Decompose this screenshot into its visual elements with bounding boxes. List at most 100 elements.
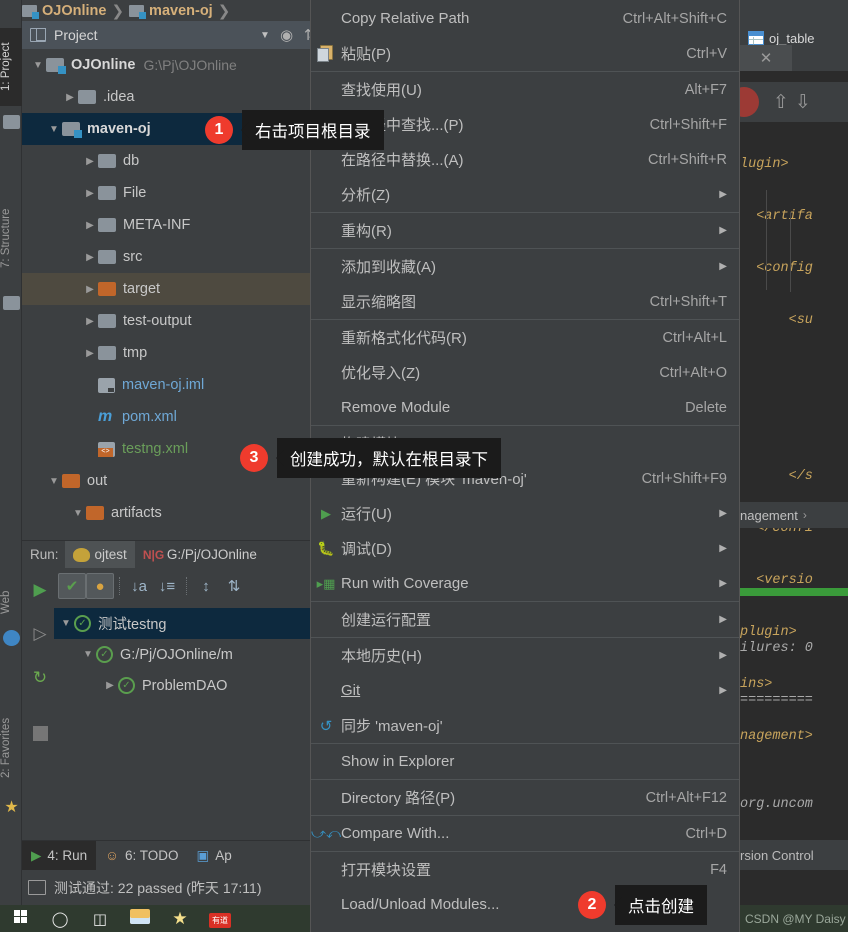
sort-alpha-icon[interactable]: ↓a — [125, 573, 153, 599]
menu-item-add-to-favorites[interactable]: 添加到收藏(A) ▶ — [311, 249, 739, 284]
menu-item-label: 重构(R) — [341, 223, 392, 240]
stop-icon[interactable] — [32, 725, 48, 741]
chevron-down-icon[interactable]: ▼ — [260, 30, 270, 41]
test-row[interactable]: ▶ ✓ ProblemDAO — [58, 670, 318, 701]
tool-window-todo[interactable]: ☺ 6: TODO — [96, 841, 187, 871]
rerun-failed-icon[interactable]: ▷ — [22, 612, 58, 656]
chevron-right-icon[interactable]: ▶ — [82, 284, 98, 295]
tool-window-app-servers[interactable]: ▣ Ap — [188, 841, 241, 871]
menu-item-directory-path[interactable]: Directory 路径(P) Ctrl+Alt+F12 — [311, 780, 739, 815]
tool-window-label: 6: TODO — [124, 848, 179, 863]
sort-duration-icon[interactable]: ↓≡ — [153, 573, 181, 599]
arrow-up-icon[interactable]: ⇧ — [770, 91, 792, 114]
chevron-down-icon[interactable]: ▼ — [46, 124, 62, 135]
menu-item-run-with-coverage[interactable]: ▸▦ Run with Coverage ▶ — [311, 566, 739, 601]
menu-item-optimize-imports[interactable]: 优化导入(Z) Ctrl+Alt+O — [311, 355, 739, 390]
menu-item-paste[interactable]: 粘贴(P) Ctrl+V — [311, 36, 739, 71]
chevron-right-icon[interactable]: ▶ — [82, 188, 98, 199]
console-line: org.uncom — [740, 797, 813, 812]
editor-breadcrumb[interactable]: nagement › — [740, 502, 848, 528]
menu-item-show-thumbnails[interactable]: 显示缩略图 Ctrl+Shift+T — [311, 284, 739, 319]
youdao-icon[interactable]: 有道 — [200, 910, 240, 928]
test-row[interactable]: ▼ ✓ 测试testng — [54, 608, 318, 639]
bottom-tool-window-bar[interactable]: ▶ 4: Run ☺ 6: TODO ▣ Ap — [22, 840, 340, 871]
callout-badge-2: 2 — [578, 891, 606, 919]
menu-item-local-history[interactable]: 本地历史(H) ▶ — [311, 638, 739, 673]
menu-item-compare-with[interactable]: ⤻⤺ Compare With... Ctrl+D — [311, 816, 739, 851]
menu-item-show-in-explorer[interactable]: Show in Explorer — [311, 744, 739, 779]
tree-row-target[interactable]: ▶ target — [22, 273, 318, 305]
breadcrumb-item[interactable]: maven-oj — [149, 3, 213, 19]
menu-item-find-usages[interactable]: 查找使用(U) Alt+F7 — [311, 72, 739, 107]
chevron-down-icon[interactable]: ▼ — [46, 476, 62, 487]
menu-item-copy-relative-path[interactable]: Copy Relative Path Ctrl+Alt+Shift+C — [311, 1, 739, 36]
rerun-icon[interactable]: ▶ — [22, 568, 58, 612]
chevron-down-icon[interactable]: ▼ — [70, 508, 86, 519]
sidebar-item-project[interactable]: 1: Project — [0, 28, 22, 106]
tree-row[interactable]: ▶ test-output — [22, 305, 318, 337]
menu-item-git[interactable]: Git ▶ — [311, 673, 739, 708]
tool-window-run[interactable]: ▶ 4: Run — [22, 840, 97, 871]
chevron-right-icon[interactable]: ▶ — [62, 92, 78, 103]
file-explorer-icon[interactable] — [120, 909, 160, 928]
expand-all-icon[interactable]: ↕ — [192, 573, 220, 599]
menu-item-open-module-settings[interactable]: 打开模块设置 F4 — [311, 852, 739, 887]
show-passed-icon[interactable]: ✔ — [58, 573, 86, 599]
chevron-down-icon[interactable]: ▼ — [30, 60, 46, 71]
tree-row[interactable]: ▼ out — [22, 465, 318, 497]
tree-row[interactable]: ▶ .idea — [22, 81, 318, 113]
submenu-arrow-icon: ▶ — [719, 189, 727, 200]
test-passed-icon: ✓ — [118, 677, 135, 694]
show-ignored-icon[interactable]: ● — [86, 573, 114, 599]
run-tab-testng[interactable]: N|G G:/Pj/OJOnline — [135, 541, 265, 569]
sidebar-item-structure[interactable]: 7: Structure — [0, 190, 22, 286]
menu-item-debug[interactable]: 🐛 调试(D) ▶ — [311, 531, 739, 566]
chevron-down-icon[interactable]: ▼ — [58, 618, 74, 629]
toggle-auto-test-icon[interactable]: ↻ — [22, 656, 58, 700]
breadcrumb[interactable]: OJOnline ❯ maven-oj ❯ — [22, 0, 340, 21]
chevron-right-icon[interactable]: ▶ — [102, 680, 118, 691]
sidebar-item-web[interactable]: Web — [0, 580, 22, 624]
task-view-icon[interactable]: ◫ — [80, 910, 120, 928]
chevron-right-icon[interactable]: ▶ — [82, 316, 98, 327]
menu-item-reformat-code[interactable]: 重新格式化代码(R) Ctrl+Alt+L — [311, 320, 739, 355]
close-icon[interactable]: ✕ — [740, 45, 792, 71]
chevron-right-icon[interactable]: ▶ — [82, 252, 98, 263]
submenu-arrow-icon: ▶ — [719, 543, 727, 554]
tree-row[interactable]: maven-oj.iml — [22, 369, 318, 401]
arrow-down-icon[interactable]: ⇩ — [792, 91, 814, 114]
menu-item-run[interactable]: ▶ 运行(U) ▶ — [311, 496, 739, 531]
tree-row[interactable]: ▶ src — [22, 241, 318, 273]
chevron-right-icon[interactable]: ▶ — [82, 220, 98, 231]
target-icon[interactable]: ◉ — [280, 26, 293, 44]
star-app-icon[interactable]: ★ — [160, 909, 200, 929]
run-side-toolbar[interactable]: ▶ ▷ ↻ — [22, 568, 58, 840]
breadcrumb-item[interactable]: OJOnline — [42, 3, 106, 19]
test-results-tree[interactable]: ▼ ✓ 测试testng ▼ ✓ G:/Pj/OJOnline/m ▶ ✓ Pr… — [54, 608, 318, 728]
search-icon[interactable]: ◯ — [40, 910, 80, 928]
module-icon — [129, 4, 147, 19]
tree-row[interactable]: ▼ OJOnline G:\Pj\OJOnline — [22, 49, 318, 81]
collapse-all-icon[interactable]: ⇅ — [220, 573, 248, 599]
tree-row[interactable]: ▼ artifacts — [22, 497, 318, 529]
windows-start-icon[interactable] — [0, 910, 40, 927]
tree-row[interactable]: ▶ File — [22, 177, 318, 209]
menu-item-create-run-configuration[interactable]: 创建运行配置 ▶ — [311, 602, 739, 637]
chevron-right-icon[interactable]: ▶ — [82, 156, 98, 167]
menu-item-synchronize[interactable]: ↺ 同步 'maven-oj' — [311, 708, 739, 743]
tree-row[interactable]: ▶ META-INF — [22, 209, 318, 241]
menu-item-remove-module[interactable]: Remove Module Delete — [311, 390, 739, 425]
run-results-toolbar[interactable]: ✔ ● ↓a ↓≡ ↕ ⇅ — [58, 570, 318, 602]
menu-item-label: 在路径中查找...(P) — [341, 117, 464, 134]
menu-item-refactor[interactable]: 重构(R) ▶ — [311, 213, 739, 248]
version-control-tab[interactable]: rsion Control — [740, 840, 848, 870]
sidebar-item-favorites[interactable]: 2: Favorites — [0, 700, 22, 796]
chevron-right-icon[interactable]: ▶ — [82, 348, 98, 359]
menu-item-analyze[interactable]: 分析(Z) ▶ — [311, 177, 739, 212]
tree-row[interactable]: m pom.xml — [22, 401, 318, 433]
test-passed-icon: ✓ — [74, 615, 91, 632]
run-tab-ojtest[interactable]: ojtest — [64, 540, 135, 569]
test-row[interactable]: ▼ ✓ G:/Pj/OJOnline/m — [58, 639, 318, 670]
chevron-down-icon[interactable]: ▼ — [80, 649, 96, 660]
tree-row[interactable]: ▶ tmp — [22, 337, 318, 369]
